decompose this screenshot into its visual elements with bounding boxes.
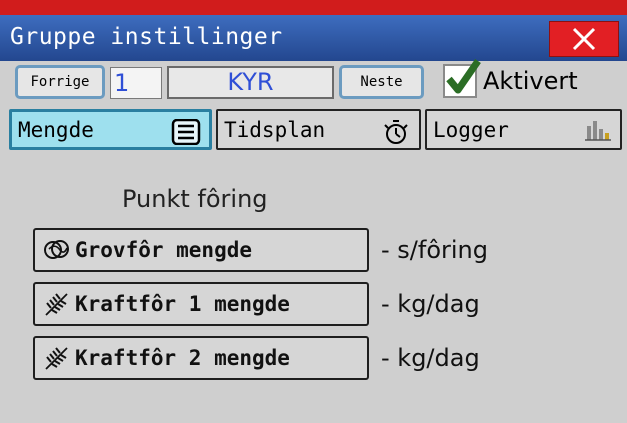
kraftfor-2-mengde-button[interactable]: Kraftfôr 2 mengde [33, 336, 369, 380]
previous-button[interactable]: Forrige [15, 65, 105, 99]
grovfor-mengde-button[interactable]: Grovfôr mengde [33, 228, 369, 272]
roughage-icon [43, 237, 71, 263]
button-label: Kraftfôr 1 mengde [75, 292, 290, 316]
group-number-field[interactable]: 1 [110, 67, 162, 99]
tab-tidsplan[interactable]: Tidsplan [216, 109, 421, 150]
wheat-icon [43, 291, 71, 317]
list-icon [171, 118, 201, 150]
bar-chart-icon [584, 118, 612, 147]
tab-mengde[interactable]: Mengde [9, 109, 212, 150]
tab-label: Mengde [18, 117, 94, 142]
close-button[interactable] [549, 21, 619, 57]
tab-label: Logger [433, 117, 509, 142]
group-name-field[interactable]: KYR [167, 66, 334, 99]
tab-label: Tidsplan [224, 117, 326, 142]
button-label: Kraftfôr 2 mengde [75, 346, 290, 370]
timer-icon [381, 118, 411, 151]
tab-logger[interactable]: Logger [425, 109, 622, 150]
close-icon [572, 27, 596, 51]
button-label: Grovfôr mengde [75, 238, 253, 262]
title-bar: Gruppe instillinger [0, 15, 627, 61]
next-button[interactable]: Neste [339, 65, 424, 99]
checkmark-icon [446, 59, 481, 94]
top-accent-stripe [0, 0, 627, 15]
kraftfor-1-mengde-button[interactable]: Kraftfôr 1 mengde [33, 282, 369, 326]
active-checkbox[interactable] [443, 59, 481, 98]
section-heading: Punkt fôring [122, 185, 268, 213]
wheat-icon [43, 345, 71, 371]
unit-label: - kg/dag [381, 344, 480, 372]
active-label: Aktivert [483, 67, 578, 95]
unit-label: - s/fôring [381, 236, 488, 264]
window-title: Gruppe instillinger [10, 24, 283, 50]
unit-label: - kg/dag [381, 290, 480, 318]
